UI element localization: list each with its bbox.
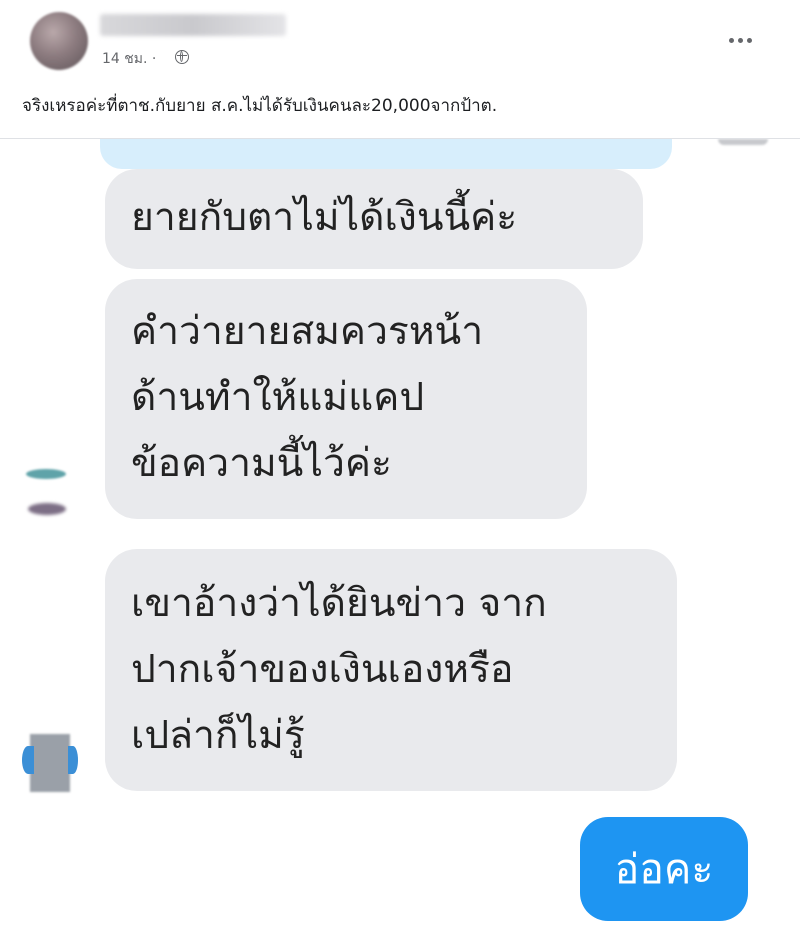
message-line: เปล่าก็ไม่รู้	[131, 713, 305, 758]
author-avatar[interactable]	[30, 12, 88, 70]
post-caption: จริงเหรอค่ะที่ตาช.กับยาย ส.ค.ไม่ได้รับเง…	[22, 96, 498, 116]
post-timestamp[interactable]: 14 ชม. ·	[102, 48, 156, 70]
sender-avatar	[22, 734, 78, 792]
avatar-fragment	[28, 503, 66, 515]
received-message: คำว่ายายสมควรหน้า ด้านทำให้แม่แคป ข้อควา…	[105, 279, 587, 519]
message-line: ปากเจ้าของเงินเองหรือ	[131, 647, 514, 692]
globe-icon	[175, 50, 189, 64]
partial-sent-bubble	[100, 139, 672, 169]
sent-message: อ่อคะ	[580, 817, 748, 921]
dot-icon	[737, 37, 743, 43]
message-line: ด้านทำให้แม่แคป	[131, 375, 425, 420]
post-header: 14 ชม. · จริงเหรอค่ะที่ตาช.กับยาย ส.ค.ไม…	[0, 0, 800, 139]
message-line: ข้อความนี้ไว้ค่ะ	[131, 441, 392, 486]
more-options-button[interactable]	[722, 26, 758, 54]
dot-icon	[746, 37, 752, 43]
received-message: ยายกับตาไม่ได้เงินนี้ค่ะ	[105, 169, 643, 269]
message-line: ยายกับตาไม่ได้เงินนี้ค่ะ	[131, 195, 518, 240]
reaction-indicator	[718, 139, 768, 145]
message-text: อ่อคะ	[614, 844, 714, 893]
avatar-fragment	[22, 746, 34, 774]
avatar-fragment	[68, 746, 78, 774]
received-message: เขาอ้างว่าได้ยินข่าว จาก ปากเจ้าของเงินเ…	[105, 549, 677, 791]
avatar-fragment	[26, 469, 66, 479]
message-line: เขาอ้างว่าได้ยินข่าว จาก	[131, 581, 547, 626]
chat-screenshot: ยายกับตาไม่ได้เงินนี้ค่ะ คำว่ายายสมควรหน…	[0, 139, 800, 932]
avatar-fragment	[30, 734, 70, 792]
author-name-blurred[interactable]	[100, 14, 286, 36]
sender-avatar	[24, 461, 70, 521]
message-line: คำว่ายายสมควรหน้า	[131, 309, 484, 354]
dot-icon	[728, 37, 734, 43]
